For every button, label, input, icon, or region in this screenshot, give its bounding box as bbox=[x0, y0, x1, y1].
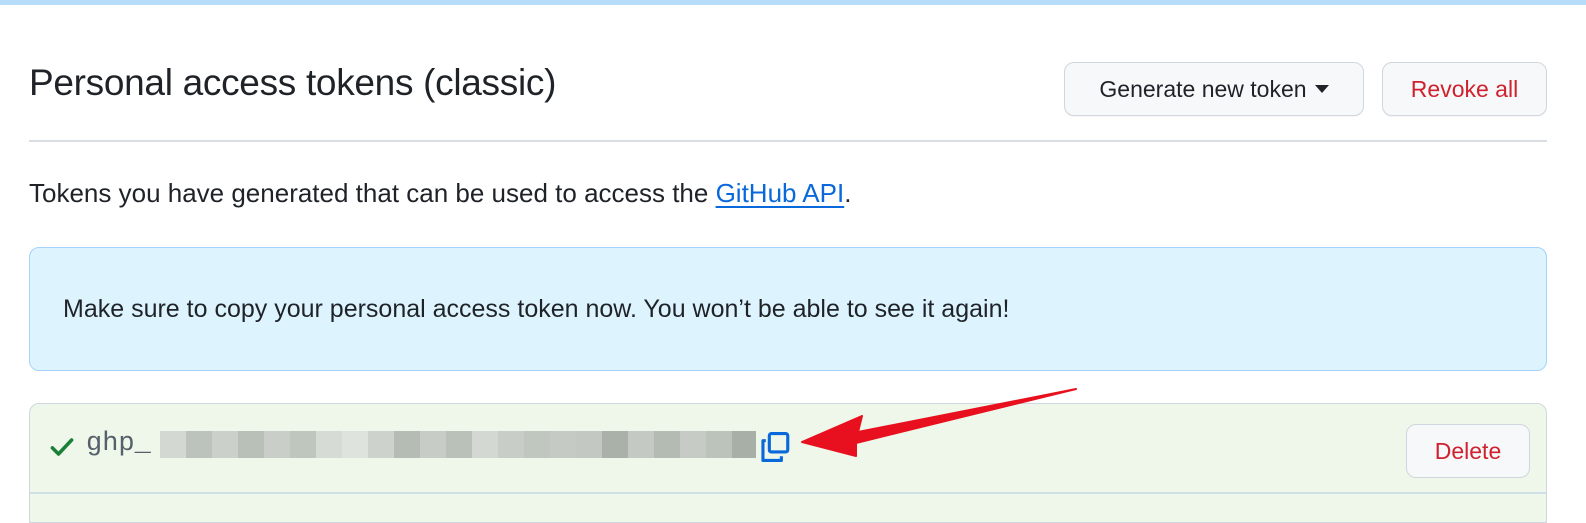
copy-token-notice: Make sure to copy your personal access t… bbox=[29, 247, 1547, 371]
check-icon bbox=[50, 438, 74, 456]
revoke-all-button[interactable]: Revoke all bbox=[1382, 62, 1547, 116]
delete-label: Delete bbox=[1434, 437, 1502, 464]
header-divider bbox=[29, 140, 1547, 142]
description-period: . bbox=[844, 178, 852, 208]
token-row: ghp_ Delete bbox=[29, 403, 1547, 523]
copy-icon[interactable] bbox=[758, 430, 792, 464]
token-prefix: ghp_ bbox=[86, 429, 151, 459]
caret-down-icon bbox=[1314, 85, 1329, 93]
top-border bbox=[0, 0, 1586, 5]
generate-new-token-label: Generate new token bbox=[1099, 75, 1307, 102]
page-title: Personal access tokens (classic) bbox=[29, 62, 557, 103]
github-api-link[interactable]: GitHub API bbox=[716, 178, 845, 208]
description-text: Tokens you have generated that can be us… bbox=[29, 178, 716, 208]
tokens-description: Tokens you have generated that can be us… bbox=[29, 178, 851, 209]
annotation-arrow bbox=[801, 388, 1077, 457]
token-row-bottom-border bbox=[30, 492, 1546, 494]
generate-new-token-button[interactable]: Generate new token bbox=[1064, 62, 1364, 116]
token-value-redacted bbox=[160, 431, 756, 458]
delete-token-button[interactable]: Delete bbox=[1406, 424, 1530, 478]
flash-message: Make sure to copy your personal access t… bbox=[63, 294, 1010, 323]
revoke-all-label: Revoke all bbox=[1410, 75, 1519, 102]
